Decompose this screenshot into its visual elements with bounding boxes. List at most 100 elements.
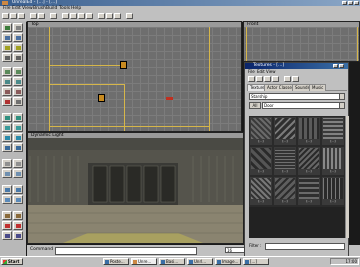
scale-tool[interactable] (2, 33, 12, 42)
minimize-button[interactable] (342, 1, 347, 5)
tb-save-button[interactable] (256, 76, 263, 82)
staircase-builder-button[interactable] (2, 87, 12, 96)
cone-builder-button[interactable] (13, 77, 23, 86)
spiral-stair-builder-button[interactable] (13, 87, 23, 96)
texture-thumbnail[interactable]: [...] (298, 147, 320, 175)
add-brush-button[interactable] (2, 113, 12, 122)
taskbar-item[interactable]: Image... (215, 258, 241, 265)
texture-browser-minimize[interactable] (333, 64, 338, 68)
taskbar-item[interactable]: Unrl... (187, 258, 213, 265)
music-browser-button[interactable] (86, 13, 93, 19)
intersect-button[interactable] (2, 123, 12, 132)
texture-thumbnail[interactable]: [...] (322, 117, 344, 145)
tb-export-button[interactable] (272, 76, 279, 82)
add-mover-button[interactable] (2, 133, 12, 142)
mirror-z-button[interactable] (2, 195, 12, 204)
brush-paint-button[interactable] (13, 221, 23, 230)
subtract-brush-button[interactable] (13, 113, 23, 122)
perspective-viewport[interactable]: Dynamic Light (27, 132, 244, 244)
front-viewport[interactable]: Front (243, 21, 360, 62)
tb-import-button[interactable] (264, 76, 271, 82)
texture-thumbnail[interactable]: [...] (274, 117, 296, 145)
taskbar-item[interactable]: [...] (243, 258, 269, 265)
texture-rotate-tool[interactable] (13, 43, 23, 52)
texture-thumbnail[interactable]: [...] (322, 177, 344, 205)
group-select[interactable]: Door (262, 102, 345, 109)
maximize-button[interactable] (348, 1, 353, 5)
show-all-button[interactable] (13, 169, 23, 178)
brush-clip-tool[interactable] (2, 53, 12, 62)
cylinder-builder-button[interactable] (2, 77, 12, 86)
light-actor-icon[interactable] (98, 94, 105, 102)
tb-forward-button[interactable] (292, 76, 299, 82)
command-label: Command (30, 247, 54, 252)
volume-button[interactable] (13, 211, 23, 220)
tb-open-button[interactable] (248, 76, 255, 82)
tab-music[interactable]: Music (309, 84, 327, 91)
nonsolid-button[interactable] (13, 143, 23, 152)
save-map-button[interactable] (18, 13, 25, 19)
hide-selected-button[interactable] (2, 159, 12, 168)
cube-builder-button[interactable] (2, 67, 12, 76)
open-map-button[interactable] (10, 13, 17, 19)
command-input[interactable] (55, 247, 197, 255)
texture-thumbnail[interactable]: [...] (274, 177, 296, 205)
tb-back-button[interactable] (284, 76, 291, 82)
viewport-grid (244, 27, 359, 61)
rotate-tool[interactable] (13, 33, 23, 42)
texture-thumbnail[interactable]: [...] (298, 117, 320, 145)
build-lighting-button[interactable] (106, 13, 113, 19)
texture-thumbnail[interactable]: [...] (322, 147, 344, 175)
build-all-button[interactable] (114, 13, 121, 19)
polygon-tool[interactable] (13, 53, 23, 62)
texture-thumbnail[interactable]: [...] (250, 177, 272, 205)
texture-thumbnail[interactable]: [...] (298, 177, 320, 205)
texture-browser-button[interactable] (62, 13, 69, 19)
chevron-down-icon[interactable] (339, 93, 345, 100)
mirror-x-button[interactable] (2, 185, 12, 194)
select-inverse-button[interactable] (2, 169, 12, 178)
brush-red-button[interactable] (2, 221, 12, 230)
camera-speed-button[interactable] (2, 231, 12, 240)
sheet-builder-button[interactable] (13, 67, 23, 76)
taskbar-item[interactable]: Unre... (131, 258, 157, 265)
deintersect-button[interactable] (13, 123, 23, 132)
search-button[interactable] (50, 13, 57, 19)
redo-button[interactable] (38, 13, 45, 19)
chevron-down-icon[interactable] (339, 102, 345, 109)
thumbnail-scrollbar[interactable] (345, 116, 349, 238)
vertex-edit-tool[interactable] (13, 23, 23, 32)
texture-browser-close[interactable] (339, 64, 344, 68)
sound-browser-button[interactable] (78, 13, 85, 19)
undo-button[interactable] (30, 13, 37, 19)
package-select[interactable]: Starship (249, 93, 345, 100)
taskbar-item[interactable]: Basi... (159, 258, 185, 265)
actor-browser-button[interactable] (70, 13, 77, 19)
texture-browser-tabs: Textures Actor Classes Sounds Music (247, 84, 347, 91)
close-button[interactable] (354, 1, 359, 5)
build-geometry-button[interactable] (98, 13, 105, 19)
grid-toggle-button[interactable] (13, 231, 23, 240)
filter-input[interactable] (265, 243, 345, 250)
terrain-builder-button[interactable] (13, 97, 23, 106)
camera-move-tool[interactable] (2, 23, 12, 32)
semisolid-button[interactable] (2, 143, 12, 152)
start-button[interactable]: Start (1, 258, 23, 265)
add-special-button[interactable] (13, 133, 23, 142)
top-viewport[interactable]: Top (27, 21, 242, 132)
texture-thumbnail[interactable]: [...] (250, 117, 272, 145)
play-map-button[interactable] (126, 13, 133, 19)
taskbar-item[interactable]: Poste... (103, 258, 129, 265)
sphere-builder-button[interactable] (2, 97, 12, 106)
texture-pan-tool[interactable] (2, 43, 12, 52)
transform-button[interactable] (13, 195, 23, 204)
mirror-y-button[interactable] (13, 185, 23, 194)
cube-select-button[interactable] (2, 211, 12, 220)
player-start-icon[interactable] (120, 61, 127, 69)
all-checkbox[interactable]: All (249, 102, 261, 109)
texture-thumbnail[interactable]: [...] (250, 147, 272, 175)
actor-icon[interactable] (166, 97, 173, 100)
new-map-button[interactable] (2, 13, 9, 19)
show-selected-button[interactable] (13, 159, 23, 168)
texture-thumbnail[interactable]: [...] (274, 147, 296, 175)
